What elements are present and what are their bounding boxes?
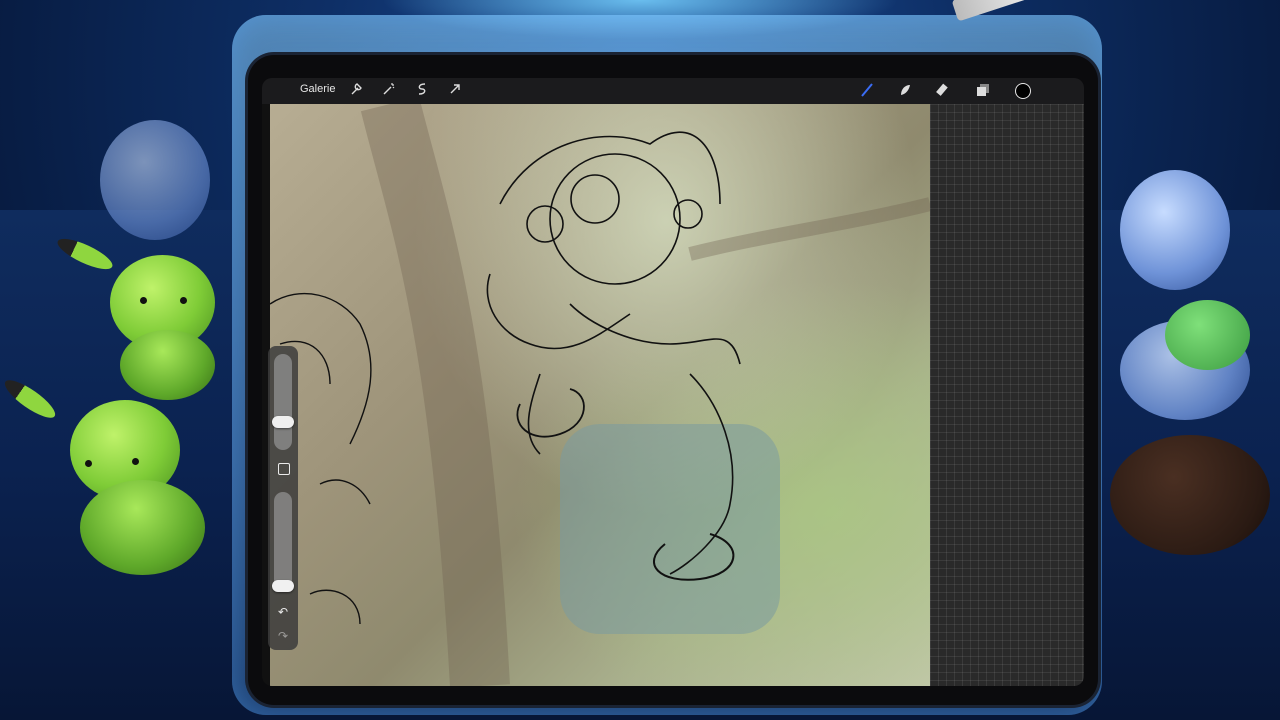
brush-size-slider[interactable] [272, 354, 294, 450]
transform-arrow-icon[interactable] [446, 82, 464, 100]
pikachu-eye [132, 458, 139, 465]
brush-opacity-thumb[interactable] [272, 580, 294, 592]
brush-sidebar: ↶ ↷ [268, 346, 298, 650]
magic-wand-icon[interactable] [380, 82, 398, 100]
figure-blue-left [100, 120, 210, 240]
pikachu-figure-upper-body [120, 330, 215, 400]
eraser-icon[interactable] [934, 82, 952, 100]
drawing-canvas[interactable] [270, 104, 930, 686]
selection-icon[interactable] [413, 82, 431, 100]
gallery-button[interactable]: Galerie [300, 83, 335, 95]
layers-icon[interactable] [974, 82, 992, 100]
canvas-grid-area [930, 104, 1084, 686]
pikachu-eye [180, 297, 187, 304]
brush-icon[interactable] [858, 82, 876, 100]
pikachu-eye [85, 460, 92, 467]
wrench-icon[interactable] [347, 82, 365, 100]
line-art-drawing [270, 104, 930, 686]
smudge-icon[interactable] [896, 82, 914, 100]
pikachu-figure-lower-body [80, 480, 205, 575]
brush-opacity-slider[interactable] [272, 492, 294, 592]
top-toolbar: Galerie [262, 78, 1084, 104]
figure-leaf-top [1165, 300, 1250, 370]
figure-brown [1110, 435, 1270, 555]
procreate-screen: Galerie ↶ ↷ [262, 78, 1084, 686]
undo-button[interactable]: ↶ [275, 604, 291, 620]
modify-button[interactable] [278, 463, 290, 475]
pikachu-eye [140, 297, 147, 304]
color-picker-button[interactable] [1015, 83, 1031, 99]
redo-button[interactable]: ↷ [275, 628, 291, 644]
figure-blue-right [1120, 170, 1230, 290]
brush-size-thumb[interactable] [272, 416, 294, 428]
